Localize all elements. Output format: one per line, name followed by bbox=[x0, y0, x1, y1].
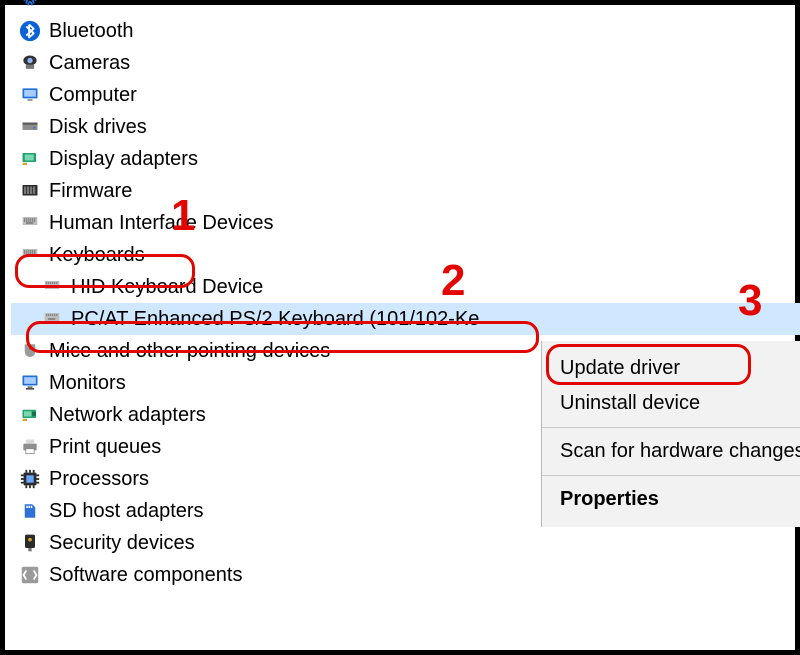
network-adapter-icon bbox=[17, 404, 43, 426]
device-ps2-keyboard[interactable]: PC/AT Enhanced PS/2 Keyboard (101/102-Ke… bbox=[11, 303, 800, 335]
device-software-components[interactable]: Software components bbox=[11, 559, 800, 591]
device-bluetooth[interactable]: Bluetooth bbox=[11, 15, 800, 47]
security-device-icon bbox=[17, 532, 43, 554]
fingerprint-icon bbox=[17, 0, 43, 10]
tree-item-label: Display adapters bbox=[49, 148, 198, 171]
device-computer[interactable]: Computer bbox=[11, 79, 800, 111]
tree-item-label: PC/AT Enhanced PS/2 Keyboard (101/102-Ke… bbox=[71, 308, 479, 331]
tree-item-label: Monitors bbox=[49, 372, 126, 395]
keyboard-icon bbox=[17, 244, 43, 266]
monitor-icon bbox=[17, 372, 43, 394]
device-cameras[interactable]: Cameras bbox=[11, 47, 800, 79]
bluetooth-icon bbox=[17, 20, 43, 42]
tree-item-label: SD host adapters bbox=[49, 500, 204, 523]
context-menu: Update driver Uninstall device Scan for … bbox=[541, 341, 800, 527]
printer-icon bbox=[17, 436, 43, 458]
camera-icon bbox=[17, 52, 43, 74]
tree-item-label: Processors bbox=[49, 468, 149, 491]
mouse-icon bbox=[17, 340, 43, 362]
tree-item-label: Software components bbox=[49, 564, 242, 587]
tree-item-label: Biometric devices bbox=[49, 0, 206, 11]
menu-update-driver[interactable]: Update driver bbox=[542, 351, 800, 386]
device-firmware[interactable]: Firmware bbox=[11, 175, 800, 207]
device-security-devices[interactable]: Security devices bbox=[11, 527, 800, 559]
keyboard-icon bbox=[39, 308, 65, 330]
disk-drive-icon bbox=[17, 116, 43, 138]
keyboard-icon bbox=[39, 276, 65, 298]
tree-item-label: Security devices bbox=[49, 532, 195, 555]
processor-icon bbox=[17, 468, 43, 490]
device-hid[interactable]: Human Interface Devices bbox=[11, 207, 800, 239]
computer-icon bbox=[17, 84, 43, 106]
tree-item-label: Keyboards bbox=[49, 244, 145, 267]
menu-separator bbox=[542, 427, 800, 428]
menu-separator bbox=[542, 475, 800, 476]
tree-item-label: HID Keyboard Device bbox=[71, 276, 263, 299]
software-component-icon bbox=[17, 564, 43, 586]
tree-item-label: Mice and other pointing devices bbox=[49, 340, 330, 363]
tree-item-label: Print queues bbox=[49, 436, 161, 459]
tree-item-label: Bluetooth bbox=[49, 20, 134, 43]
keyboard-icon bbox=[17, 212, 43, 234]
tree-item-label: Disk drives bbox=[49, 116, 147, 139]
tree-item-label: Network adapters bbox=[49, 404, 206, 427]
tree-item-label: Firmware bbox=[49, 180, 132, 203]
tree-item-label: Computer bbox=[49, 84, 137, 107]
tree-item-label: Human Interface Devices bbox=[49, 212, 274, 235]
device-biometric-devices[interactable]: Biometric devices bbox=[11, 0, 800, 15]
menu-scan-hardware[interactable]: Scan for hardware changes bbox=[542, 434, 800, 469]
tree-item-label: Cameras bbox=[49, 52, 130, 75]
device-disk-drives[interactable]: Disk drives bbox=[11, 111, 800, 143]
firmware-icon bbox=[17, 180, 43, 202]
display-adapter-icon bbox=[17, 148, 43, 170]
sd-card-icon bbox=[17, 500, 43, 522]
device-keyboards[interactable]: Keyboards bbox=[11, 239, 800, 271]
device-hid-keyboard[interactable]: HID Keyboard Device bbox=[11, 271, 800, 303]
menu-uninstall-device[interactable]: Uninstall device bbox=[542, 386, 800, 421]
device-display-adapters[interactable]: Display adapters bbox=[11, 143, 800, 175]
menu-properties[interactable]: Properties bbox=[542, 482, 800, 517]
